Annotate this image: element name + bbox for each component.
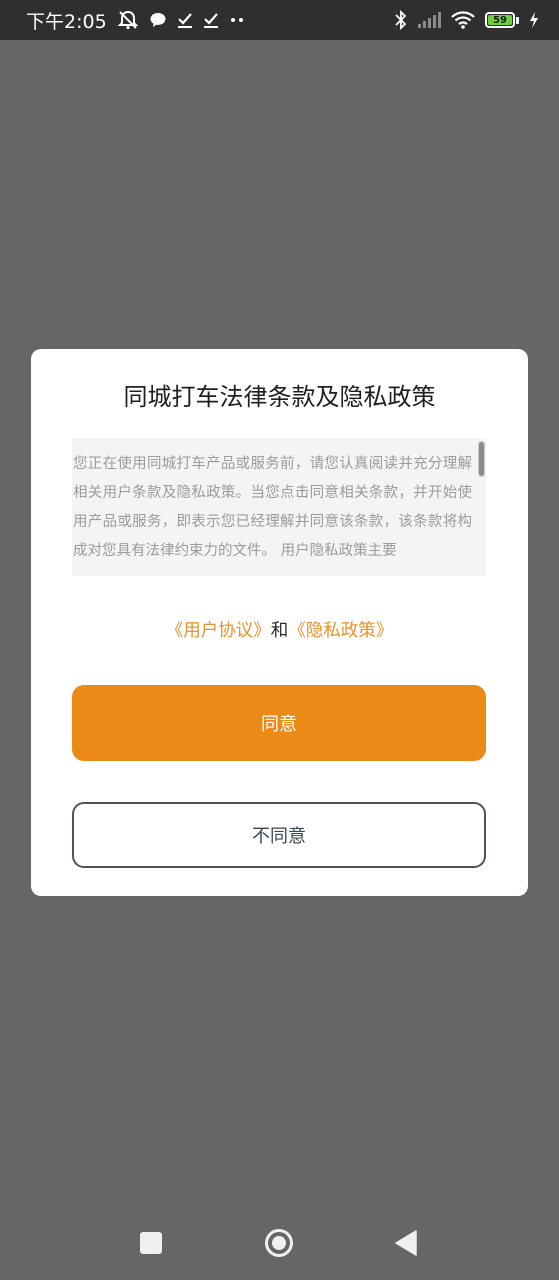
privacy-policy-link[interactable]: 《隐私政策》	[288, 621, 393, 641]
links-joiner: 和	[270, 621, 289, 641]
bluetooth-icon	[395, 10, 407, 30]
check-icon	[203, 11, 219, 29]
check-icon	[177, 11, 193, 29]
user-agreement-link[interactable]: 《用户协议》	[166, 621, 271, 641]
scrollbar-thumb[interactable]	[478, 441, 485, 477]
status-bar-right: 59	[395, 10, 539, 30]
dialog-title: 同城打车法律条款及隐私政策	[123, 383, 436, 411]
battery-level: 59	[488, 15, 512, 26]
wifi-icon	[451, 11, 475, 29]
status-time: 下午2:05	[26, 10, 107, 33]
signal-icon	[417, 12, 441, 28]
agreement-links: 《用户协议》和《隐私政策》	[31, 617, 528, 642]
terms-scroll-box[interactable]: 您正在使用同城打车产品或服务前，请您认真阅读并充分理解相关用户条款及隐私政策。当…	[72, 438, 486, 576]
battery-icon: 59	[485, 12, 519, 28]
terms-text: 您正在使用同城打车产品或服务前，请您认真阅读并充分理解相关用户条款及隐私政策。当…	[73, 456, 472, 559]
privacy-dialog: 同城打车法律条款及隐私政策 您正在使用同城打车产品或服务前，请您认真阅读并充分理…	[31, 349, 528, 896]
recent-apps-square-icon[interactable]	[140, 1232, 162, 1254]
disagree-button[interactable]: 不同意	[72, 802, 486, 868]
agree-button[interactable]: 同意	[72, 685, 486, 761]
charging-bolt-icon	[529, 12, 539, 28]
status-bar-left: 下午2:05	[26, 7, 245, 34]
chat-bubble-icon	[149, 11, 167, 29]
mute-bell-icon	[117, 10, 139, 30]
home-circle-icon[interactable]	[264, 1228, 294, 1258]
back-triangle-icon[interactable]	[395, 1230, 417, 1256]
status-bar: 下午2:05 59	[0, 0, 559, 40]
more-dots-icon	[229, 16, 245, 24]
